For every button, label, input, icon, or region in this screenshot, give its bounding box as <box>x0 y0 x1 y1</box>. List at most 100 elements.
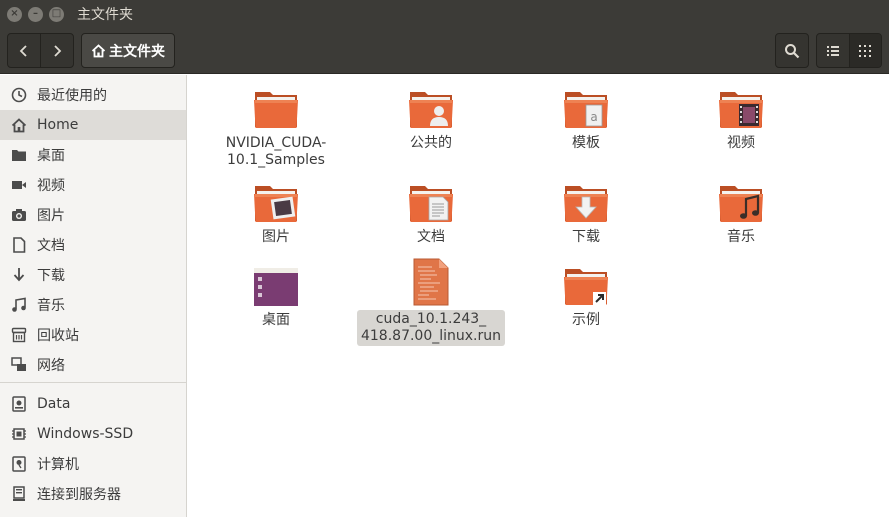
minimize-button[interactable]: – <box>28 6 43 22</box>
file-label: 音乐 <box>727 229 755 245</box>
chip-icon <box>0 426 37 442</box>
videos-folder-icon <box>719 92 763 128</box>
desktop-folder-icon <box>254 268 298 306</box>
sidebar-item-videos[interactable]: 视频 <box>0 170 186 200</box>
window-title: 主文件夹 <box>77 7 133 23</box>
sidebar-item-downloads[interactable]: 下载 <box>0 260 186 290</box>
file-label: 桌面 <box>262 312 290 328</box>
sidebar-item-recent[interactable]: 最近使用的 <box>0 80 186 110</box>
computer-drive-icon <box>0 456 37 472</box>
documents-folder-icon <box>409 186 453 222</box>
file-item-cuda-run[interactable]: cuda_10.1.243_ 418.87.00_linux.run <box>356 257 506 346</box>
folder-icon <box>0 148 37 162</box>
drive-icon <box>0 396 37 412</box>
sidebar-item-label: 桌面 <box>37 148 65 164</box>
file-label: 模板 <box>572 135 600 151</box>
sidebar: 最近使用的 Home 桌面 视频 图片 文档 下载 音乐 回收站 网络 Data <box>0 75 187 517</box>
file-item-documents[interactable]: 文档 <box>356 183 506 247</box>
sidebar-item-label: 网络 <box>37 358 65 374</box>
file-label: 视频 <box>727 135 755 151</box>
sidebar-item-trash[interactable]: 回收站 <box>0 320 186 350</box>
search-button[interactable] <box>775 33 809 68</box>
file-item-downloads[interactable]: 下载 <box>511 183 661 247</box>
path-label: 主文件夹 <box>109 43 165 60</box>
sidebar-item-label: 最近使用的 <box>37 88 107 104</box>
sidebar-item-desktop[interactable]: 桌面 <box>0 140 186 170</box>
sidebar-item-label: Windows-SSD <box>37 426 134 442</box>
home-icon <box>91 43 106 57</box>
sidebar-item-label: 音乐 <box>37 298 65 314</box>
list-view-button[interactable] <box>817 34 849 67</box>
public-folder-icon <box>409 92 453 128</box>
list-view-icon <box>826 45 839 56</box>
home-icon <box>0 117 37 133</box>
file-label: 文档 <box>417 229 445 245</box>
sidebar-item-home[interactable]: Home <box>0 110 186 140</box>
svg-text:a: a <box>590 110 597 124</box>
sidebar-item-label: 视频 <box>37 178 65 194</box>
file-item-videos[interactable]: 视频 <box>666 89 816 153</box>
sidebar-item-label: 回收站 <box>37 328 79 344</box>
sidebar-divider <box>0 382 186 383</box>
sidebar-item-data[interactable]: Data <box>0 389 186 419</box>
close-button[interactable]: × <box>7 6 22 22</box>
file-label: 下载 <box>572 229 600 245</box>
sidebar-item-music[interactable]: 音乐 <box>0 290 186 320</box>
file-label: 公共的 <box>410 135 452 151</box>
grid-view-button[interactable] <box>848 34 881 67</box>
file-item-nvidia-cuda-samples[interactable]: NVIDIA_CUDA- 10.1_Samples <box>201 89 351 170</box>
path-home-button[interactable]: 主文件夹 <box>81 33 175 68</box>
sidebar-item-computer[interactable]: 计算机 <box>0 449 186 479</box>
sidebar-item-documents[interactable]: 文档 <box>0 230 186 260</box>
templates-folder-icon: a <box>564 92 608 128</box>
sidebar-item-label: 图片 <box>37 208 65 224</box>
file-label: 图片 <box>262 229 290 245</box>
camera-icon <box>0 208 37 222</box>
sidebar-item-label: 连接到服务器 <box>37 487 121 503</box>
forward-button[interactable] <box>40 34 73 67</box>
clock-icon <box>0 87 37 103</box>
pictures-folder-icon <box>254 186 298 222</box>
file-item-public[interactable]: 公共的 <box>356 89 506 153</box>
folder-icon <box>254 92 298 128</box>
music-folder-icon <box>719 186 763 222</box>
file-item-music[interactable]: 音乐 <box>666 183 816 247</box>
examples-folder-link-icon <box>564 269 608 305</box>
file-label: NVIDIA_CUDA- 10.1_Samples <box>225 135 327 168</box>
sidebar-item-windows-ssd[interactable]: Windows-SSD <box>0 419 186 449</box>
document-icon <box>0 237 37 253</box>
file-item-templates[interactable]: a 模板 <box>511 89 661 153</box>
file-item-examples[interactable]: 示例 <box>511 266 661 330</box>
sidebar-item-connect-server[interactable]: 连接到服务器 <box>0 479 186 509</box>
script-file-icon <box>413 258 449 306</box>
network-icon <box>0 357 37 373</box>
chevron-left-icon <box>19 44 27 57</box>
nav-button-group <box>7 33 74 68</box>
search-icon <box>785 43 800 58</box>
sidebar-item-label: Data <box>37 396 71 412</box>
sidebar-item-label: 下载 <box>37 268 65 284</box>
sidebar-item-label: 计算机 <box>37 457 79 473</box>
sidebar-item-pictures[interactable]: 图片 <box>0 200 186 230</box>
view-toggle-group <box>816 33 882 68</box>
file-label: cuda_10.1.243_ 418.87.00_linux.run <box>356 310 505 346</box>
grid-view-icon <box>859 44 872 57</box>
trash-icon <box>0 327 37 343</box>
server-icon <box>0 486 37 502</box>
downloads-folder-icon <box>564 186 608 222</box>
music-icon <box>0 297 37 313</box>
file-label: 示例 <box>572 312 600 328</box>
back-button[interactable] <box>8 34 40 67</box>
file-grid: NVIDIA_CUDA- 10.1_Samples 公共的 a 模板 视频 图片… <box>188 75 889 517</box>
chevron-right-icon <box>54 44 62 57</box>
toolbar: 主文件夹 <box>0 28 889 74</box>
sidebar-item-label: 文档 <box>37 238 65 254</box>
file-item-pictures[interactable]: 图片 <box>201 183 351 247</box>
maximize-button[interactable]: □ <box>49 6 64 22</box>
file-item-desktop[interactable]: 桌面 <box>201 266 351 330</box>
title-bar: × – □ 主文件夹 <box>0 0 889 28</box>
video-icon <box>0 179 37 191</box>
sidebar-item-network[interactable]: 网络 <box>0 350 186 380</box>
download-icon <box>0 267 37 283</box>
sidebar-item-label: Home <box>37 117 79 133</box>
